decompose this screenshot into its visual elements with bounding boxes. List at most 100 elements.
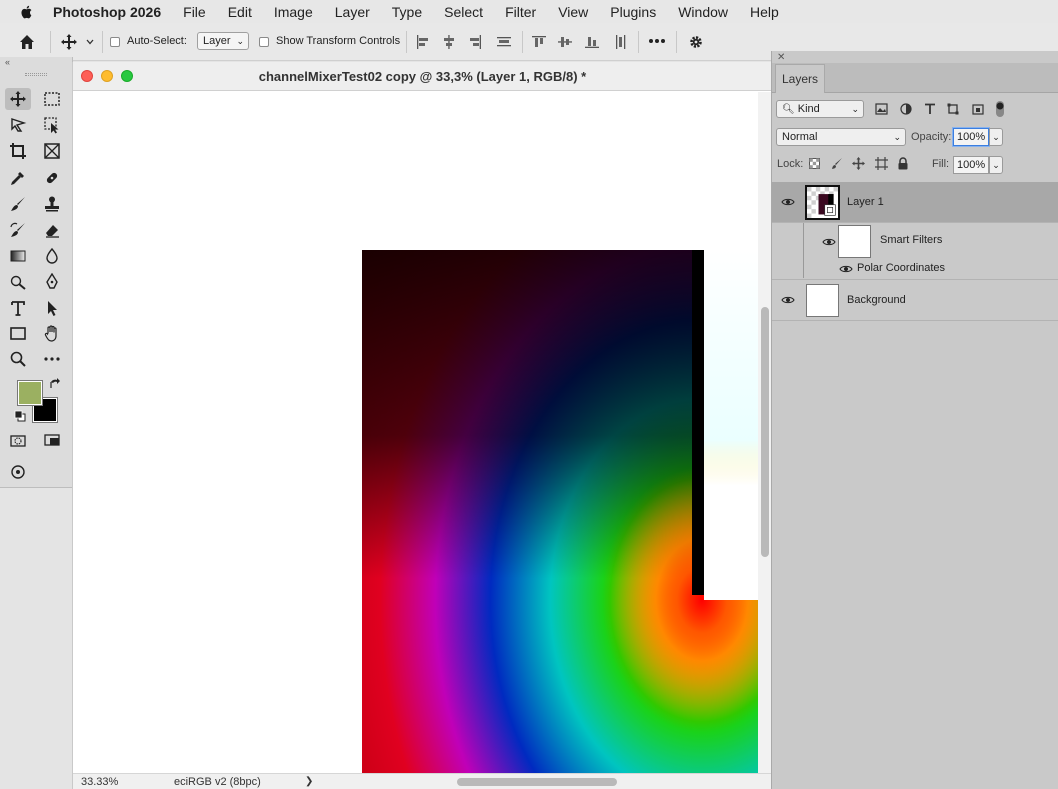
move-tool-preset-icon[interactable] — [60, 33, 78, 51]
zoom-tool[interactable] — [5, 348, 31, 370]
menu-select[interactable]: Select — [444, 4, 483, 20]
eye-icon[interactable] — [839, 264, 853, 274]
menu-image[interactable]: Image — [274, 4, 313, 20]
eraser-tool[interactable] — [39, 219, 65, 241]
lock-artboard-icon[interactable] — [875, 157, 888, 170]
align-right-edges-icon[interactable] — [468, 35, 482, 49]
swap-colors-icon[interactable] — [48, 377, 62, 391]
crop-icon — [10, 143, 26, 159]
auto-select-checkbox[interactable] — [110, 37, 120, 47]
blend-mode-dropdown[interactable]: Normal ⌄ — [776, 128, 906, 146]
filter-toggle-icon[interactable] — [994, 100, 1006, 118]
menu-type[interactable]: Type — [392, 4, 422, 20]
layer-1-thumbnail[interactable] — [805, 185, 840, 220]
lock-transparent-pixels-icon[interactable] — [809, 158, 820, 169]
apple-icon[interactable] — [19, 4, 35, 20]
content-credentials-button[interactable] — [5, 461, 31, 483]
fill-dropdown-button[interactable]: ⌄ — [989, 156, 1003, 174]
align-horizontal-centers-icon[interactable] — [442, 35, 456, 49]
eye-icon[interactable] — [822, 237, 836, 247]
show-transform-checkbox[interactable] — [259, 37, 269, 47]
lasso-tool[interactable] — [5, 114, 31, 136]
default-colors-icon[interactable] — [14, 410, 26, 422]
app-name-menu[interactable]: Photoshop 2026 — [53, 4, 161, 20]
layer-row-layer-1[interactable]: Layer 1 — [772, 182, 1058, 223]
blur-tool[interactable] — [39, 245, 65, 267]
opacity-input[interactable]: 100% — [953, 128, 989, 146]
vertical-scroll-thumb[interactable] — [761, 307, 769, 557]
align-bottom-edges-icon[interactable] — [585, 35, 599, 49]
gear-icon[interactable] — [688, 34, 704, 50]
align-left-edges-icon[interactable] — [416, 35, 430, 49]
brush-tool[interactable] — [5, 193, 31, 215]
image-canvas[interactable] — [362, 250, 758, 775]
eye-icon[interactable] — [781, 197, 795, 207]
vertical-scrollbar[interactable] — [758, 92, 772, 775]
eye-icon[interactable] — [781, 295, 795, 305]
menu-window[interactable]: Window — [678, 4, 728, 20]
close-panel-icon[interactable]: ✕ — [777, 52, 785, 63]
clone-stamp-tool[interactable] — [39, 193, 65, 215]
fill-input[interactable]: 100% — [953, 156, 989, 174]
menu-filter[interactable]: Filter — [505, 4, 536, 20]
pen-tool[interactable] — [39, 271, 65, 293]
smart-filters-row[interactable]: Smart Filters Polar Coordinates — [772, 223, 1058, 278]
crop-tool[interactable] — [5, 140, 31, 162]
home-icon[interactable] — [18, 33, 36, 51]
distribute-horizontal-icon[interactable] — [614, 35, 628, 49]
chevron-down-icon[interactable] — [86, 38, 94, 46]
path-selection-tool[interactable] — [39, 297, 65, 319]
eyedropper-tool[interactable] — [5, 167, 31, 189]
distribute-vertical-icon[interactable] — [497, 35, 511, 49]
shape-layer-filter-icon[interactable] — [947, 103, 959, 115]
more-options-icon[interactable] — [648, 37, 666, 45]
quick-mask-button[interactable] — [5, 430, 31, 452]
collapse-toolbox-icon[interactable]: « — [5, 57, 10, 67]
healing-brush-tool[interactable] — [39, 167, 65, 189]
background-layer-name[interactable]: Background — [847, 294, 906, 306]
opacity-dropdown-button[interactable]: ⌄ — [989, 128, 1003, 146]
pixel-layer-filter-icon[interactable] — [875, 103, 888, 115]
layer-1-name[interactable]: Layer 1 — [847, 196, 884, 208]
menu-layer[interactable]: Layer — [335, 4, 370, 20]
rectangle-tool[interactable] — [5, 322, 31, 344]
polar-coordinates-filter[interactable]: Polar Coordinates — [857, 262, 945, 274]
layer-row-background[interactable]: Background — [772, 279, 1058, 321]
dodge-tool[interactable] — [5, 271, 31, 293]
smart-filters-label[interactable]: Smart Filters — [880, 234, 942, 246]
marquee-tool[interactable] — [39, 88, 65, 110]
lock-all-icon[interactable] — [897, 157, 909, 170]
status-menu-arrow-icon[interactable]: ❯ — [305, 776, 313, 787]
menu-file[interactable]: File — [183, 4, 206, 20]
menu-edit[interactable]: Edit — [228, 4, 252, 20]
align-vertical-centers-icon[interactable] — [558, 35, 572, 49]
move-tool[interactable] — [5, 88, 31, 110]
object-selection-tool[interactable] — [39, 114, 65, 136]
edit-toolbar-button[interactable] — [39, 348, 65, 370]
screen-mode-button[interactable] — [39, 430, 65, 452]
lock-position-icon[interactable] — [852, 157, 865, 170]
menu-help[interactable]: Help — [750, 4, 779, 20]
frame-tool[interactable] — [39, 140, 65, 162]
canvas-area[interactable] — [73, 92, 758, 775]
horizontal-scroll-thumb[interactable] — [457, 778, 617, 786]
zoom-level[interactable]: 33.33% — [81, 776, 118, 788]
smart-object-filter-icon[interactable] — [972, 103, 984, 115]
menu-view[interactable]: View — [558, 4, 588, 20]
auto-select-dropdown[interactable]: Layer ⌄ — [197, 32, 249, 50]
history-brush-tool[interactable] — [5, 219, 31, 241]
lock-image-pixels-icon[interactable] — [831, 157, 843, 170]
type-tool[interactable] — [5, 297, 31, 319]
tab-layers[interactable]: Layers — [775, 64, 825, 93]
background-thumbnail[interactable] — [806, 284, 839, 317]
foreground-color-swatch[interactable] — [17, 380, 43, 406]
menu-plugins[interactable]: Plugins — [610, 4, 656, 20]
gradient-tool[interactable] — [5, 245, 31, 267]
type-layer-filter-icon[interactable] — [924, 103, 936, 115]
layer-filter-kind-dropdown[interactable]: 🔍︎ Kind ⌄ — [776, 100, 864, 118]
toolbox-grip[interactable] — [25, 73, 47, 76]
adjustment-layer-filter-icon[interactable] — [900, 103, 912, 115]
hand-tool[interactable] — [39, 322, 65, 344]
smart-filter-mask-thumbnail[interactable] — [838, 225, 871, 258]
align-top-edges-icon[interactable] — [532, 35, 546, 49]
